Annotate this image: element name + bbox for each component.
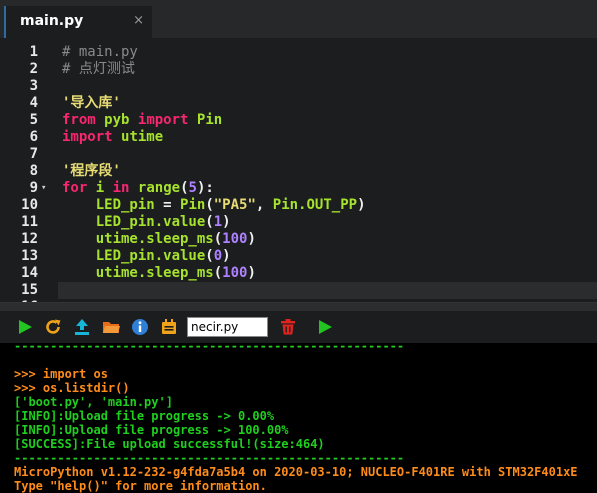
- identifier: Pin: [196, 112, 223, 128]
- code-line: # 点灯测试: [62, 61, 135, 78]
- terminal-line: >>> import os: [14, 367, 108, 381]
- identifier: utime: [121, 129, 164, 145]
- identifier: Pin: [180, 197, 206, 213]
- keyword: import: [62, 129, 113, 145]
- line-number: 10: [21, 197, 38, 213]
- active-line-highlight: [58, 282, 597, 299]
- code-line: LED_pin.value(0): [62, 248, 231, 265]
- line-number: 2: [29, 61, 38, 77]
- keyword: import: [137, 112, 189, 128]
- punct: (: [205, 248, 214, 264]
- terminal-line: ----------------------------------------…: [14, 451, 405, 465]
- tab-bar: main.py ×: [0, 0, 597, 38]
- number: 100: [222, 231, 248, 247]
- run-file-icon[interactable]: [316, 318, 334, 336]
- code-line: for i in range(5):: [62, 180, 214, 197]
- toolbar: necir.py: [0, 311, 597, 343]
- code-line: from pyb import Pin: [62, 112, 222, 129]
- identifier: Pin.OUT_PP: [272, 197, 358, 213]
- string-literal: '导入库': [62, 95, 121, 111]
- pane-splitter[interactable]: [0, 302, 597, 311]
- refresh-icon[interactable]: [44, 318, 62, 336]
- tab-title: main.py: [20, 13, 84, 29]
- punct: (: [213, 265, 223, 281]
- line-number: 7: [29, 146, 38, 162]
- comment: # main.py: [62, 44, 138, 60]
- punct: (: [205, 214, 214, 230]
- identifier: utime.sleep_ms: [62, 265, 214, 281]
- run-icon[interactable]: [16, 318, 34, 336]
- close-tab-icon[interactable]: ×: [133, 13, 144, 28]
- line-number: 5: [29, 112, 38, 128]
- punct: ,: [255, 197, 273, 213]
- line-number: 13: [21, 248, 38, 264]
- terminal-output[interactable]: ----------------------------------------…: [0, 343, 597, 493]
- punct: (: [180, 180, 189, 196]
- line-number-gutter: 1 2 3 4 5 6 7 8 9 ▾ 10 11 12 13 14 15 16: [0, 38, 52, 302]
- terminal-line: Type "help()" for more information.: [14, 479, 267, 493]
- code-line: LED_pin = Pin("PA5", Pin.OUT_PP): [62, 197, 366, 214]
- info-icon[interactable]: [131, 318, 149, 336]
- comment: # 点灯测试: [62, 61, 135, 77]
- identifier: range: [137, 180, 181, 196]
- code-line: utime.sleep_ms(100): [62, 265, 256, 282]
- code-line: import utime: [62, 129, 163, 146]
- keyword: for: [62, 180, 88, 196]
- identifier: utime.sleep_ms: [62, 231, 214, 247]
- string-literal: "PA5": [213, 197, 256, 213]
- code-line: LED_pin.value(1): [62, 214, 231, 231]
- terminal-line: [SUCCESS]:File upload successful!(size:4…: [14, 437, 325, 451]
- code-line: # main.py: [62, 44, 138, 61]
- identifier: LED_pin: [62, 197, 155, 213]
- number: 100: [222, 265, 248, 281]
- identifier: LED_pin.value: [62, 248, 206, 264]
- keyword: in: [112, 180, 130, 196]
- tab-main-py[interactable]: main.py ×: [4, 6, 152, 38]
- number: 5: [188, 180, 197, 196]
- code-editor[interactable]: 1 2 3 4 5 6 7 8 9 ▾ 10 11 12 13 14 15 16…: [0, 38, 597, 302]
- terminal-line: MicroPython v1.12-232-g4fda7a5b4 on 2020…: [14, 465, 578, 479]
- line-number: 9: [29, 180, 38, 196]
- terminal-line: [INFO]:Upload file progress -> 100.00%: [14, 423, 289, 437]
- line-number: 11: [21, 214, 38, 230]
- number: 1: [213, 214, 223, 230]
- code-line: '程序段': [62, 163, 121, 180]
- punct: (: [213, 231, 223, 247]
- line-number: 15: [21, 282, 38, 298]
- punct: ): [247, 265, 256, 281]
- code-line: utime.sleep_ms(100): [62, 231, 256, 248]
- punct: ): [222, 248, 231, 264]
- identifier: LED_pin.value: [62, 214, 206, 230]
- line-number: 6: [29, 129, 38, 145]
- upload-icon[interactable]: [73, 318, 91, 336]
- line-number: 1: [29, 44, 38, 60]
- terminal-line: [INFO]:Upload file progress -> 0.00%: [14, 409, 275, 423]
- punct: ): [222, 214, 231, 230]
- punct: ): [357, 197, 366, 213]
- line-number: 3: [29, 78, 38, 94]
- terminal-line: ['boot.py', 'main.py']: [14, 395, 173, 409]
- punct: ):: [196, 180, 214, 196]
- punct: (: [205, 197, 214, 213]
- device-icon[interactable]: [160, 318, 178, 336]
- delete-icon[interactable]: [279, 318, 297, 336]
- terminal-line: ----------------------------------------…: [14, 343, 405, 353]
- folder-icon[interactable]: [102, 318, 120, 336]
- line-number: 14: [21, 265, 38, 281]
- code-line: '导入库': [62, 95, 121, 112]
- terminal-line: >>> os.listdir(): [14, 381, 130, 395]
- identifier: pyb: [104, 112, 130, 128]
- line-number: 4: [29, 95, 38, 111]
- keyword: from: [62, 112, 96, 128]
- operator: =: [154, 197, 181, 213]
- identifier: i: [95, 180, 105, 196]
- punct: ): [247, 231, 256, 247]
- line-number: 8: [29, 163, 38, 179]
- number: 0: [213, 248, 223, 264]
- fold-chevron-icon[interactable]: ▾: [41, 180, 46, 197]
- string-literal: '程序段': [62, 163, 121, 179]
- line-number: 12: [21, 231, 38, 247]
- filename-field[interactable]: necir.py: [187, 317, 268, 337]
